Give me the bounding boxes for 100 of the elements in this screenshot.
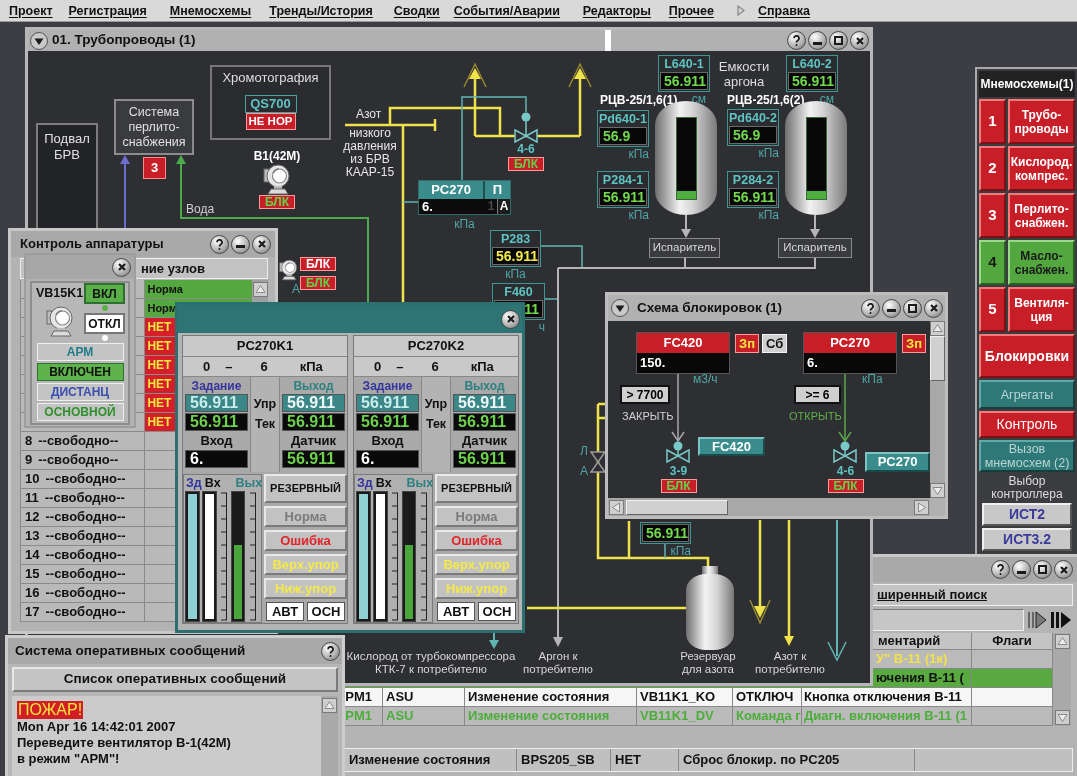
minimize-button[interactable] — [231, 234, 250, 254]
valve-label: А — [580, 465, 588, 478]
search-link[interactable]: ширенный поиск — [877, 585, 987, 605]
switch-button[interactable]: ОТКЛ — [84, 313, 125, 334]
flow-arrow — [489, 632, 499, 649]
loop-button[interactable]: Зп — [735, 334, 759, 353]
loop-block[interactable]: FC420 150. — [636, 332, 730, 374]
help-button[interactable] — [210, 234, 229, 254]
scheme-button[interactable]: Кислород. компрес. — [1008, 146, 1075, 191]
scheme-button[interactable]: Масло- снабжен. — [1008, 240, 1075, 285]
value-display: 6. — [804, 353, 896, 373]
skip-to-end-icon[interactable] — [1050, 610, 1072, 630]
menu-item[interactable]: Регистрация — [68, 2, 147, 19]
scheme-button[interactable]: Вентиля- ция — [1008, 287, 1075, 332]
tanks-title: Емкости аргона — [717, 59, 771, 89]
scheme-number[interactable]: 5 — [979, 287, 1006, 332]
help-button[interactable] — [321, 641, 340, 661]
valve-label: Л — [580, 445, 588, 458]
controller-button[interactable]: ИСТ2 — [982, 503, 1072, 526]
row-number: 8 — [25, 432, 33, 451]
unit-label: кПа — [505, 268, 526, 281]
minimize-button[interactable] — [882, 298, 901, 318]
window-menu-icon[interactable] — [30, 31, 48, 50]
scroll-thumb[interactable] — [626, 499, 728, 515]
menu-item[interactable]: Редакторы — [582, 2, 651, 19]
menu-item[interactable]: Мнемосхемы — [169, 2, 252, 19]
status-indicator: Верх.упор — [264, 554, 347, 575]
skip-forward-icon[interactable] — [1027, 610, 1047, 630]
maximize-button[interactable] — [1033, 560, 1052, 579]
close-button[interactable] — [501, 309, 520, 329]
minimize-button[interactable] — [808, 31, 827, 50]
close-button[interactable] — [252, 234, 271, 254]
window-menu-icon[interactable] — [611, 299, 629, 317]
list-header[interactable]: Список оперативных сообщений — [12, 667, 338, 692]
close-button[interactable] — [924, 298, 943, 318]
minimize-icon — [887, 309, 896, 312]
minimize-icon — [236, 245, 245, 248]
menu-item[interactable]: Проект — [9, 2, 53, 19]
maximize-button[interactable] — [829, 31, 848, 50]
close-button[interactable] — [850, 31, 869, 50]
scheme-button[interactable]: Перлито- снабжен. — [1008, 193, 1075, 238]
mode-indicator: ДИСТАНЦ — [36, 383, 124, 401]
value-display: 56.9 — [599, 127, 647, 145]
help-button[interactable] — [861, 298, 880, 318]
vertical-scrollbar[interactable] — [321, 696, 338, 776]
controller-caption: Выбор контроллера — [990, 474, 1064, 501]
auto-button[interactable]: А — [497, 199, 510, 214]
switch-button[interactable]: ВКЛ — [84, 283, 125, 304]
scheme-number[interactable]: 3 — [979, 193, 1006, 238]
fan-icon — [45, 306, 74, 337]
mode-button[interactable]: ОСН — [478, 602, 516, 621]
close-button[interactable] — [1054, 560, 1073, 579]
loop-button[interactable]: Зп — [902, 334, 926, 353]
menu-item[interactable]: Сводки — [393, 2, 440, 19]
vertical-scrollbar[interactable] — [1053, 633, 1071, 726]
maximize-button[interactable] — [903, 298, 922, 318]
menu-item[interactable]: Тренды/История — [269, 2, 373, 19]
mode-indicator: РЕЗЕРВНЫЙ — [435, 474, 518, 503]
menu-item[interactable]: Справка — [757, 2, 811, 19]
scroll-thumb[interactable] — [930, 336, 945, 381]
action-label: ОТКРЫТЬ — [789, 410, 842, 423]
panel-button[interactable]: Контроль — [979, 411, 1075, 438]
status-field: Сброс блокир. по PC205 — [679, 749, 915, 771]
loop-button[interactable]: Сб — [762, 334, 788, 353]
scheme-number[interactable]: 4 — [979, 240, 1006, 285]
valve-icon — [666, 441, 690, 464]
scheme-number[interactable]: 1 — [979, 99, 1006, 144]
help-button[interactable] — [991, 560, 1010, 579]
help-icon — [997, 564, 1004, 575]
outlet-label: Кислород от турбокомпрессора КТК-7 к потребителю — [346, 650, 516, 676]
valve-icon — [514, 112, 538, 144]
minimize-button[interactable] — [1012, 560, 1031, 579]
mode-button[interactable]: АВТ — [437, 602, 475, 621]
help-button[interactable] — [787, 31, 806, 50]
menu-item[interactable]: Прочее — [668, 2, 714, 19]
close-button[interactable] — [112, 257, 131, 277]
controller-button[interactable]: ИСТ3.2 — [982, 528, 1072, 551]
unit-label: кПа — [628, 209, 649, 222]
vertical-scrollbar[interactable] — [930, 321, 945, 498]
scheme-number[interactable]: 2 — [979, 146, 1006, 191]
scheme-button[interactable]: Трубо- проводы — [1008, 99, 1075, 144]
loop-block[interactable]: PC270 6. — [803, 332, 897, 374]
controller-block[interactable]: PC270 П 6. 1 А — [418, 180, 511, 215]
output-value: 56.911 — [282, 394, 345, 412]
link-button[interactable]: FC420 — [698, 437, 765, 456]
minimize-icon — [813, 41, 822, 45]
horizontal-scrollbar[interactable] — [608, 498, 930, 516]
panel-button[interactable]: Блокировки — [979, 334, 1075, 378]
mode-button[interactable]: П — [485, 181, 510, 199]
signal-line — [402, 201, 419, 203]
maximize-icon — [834, 36, 843, 45]
menu-item[interactable]: События/Аварии — [453, 2, 560, 19]
mode-button[interactable]: ОСН — [307, 602, 345, 621]
link-button[interactable]: PC270 — [865, 452, 930, 472]
signal-arrow — [671, 371, 685, 443]
minimize-icon — [1017, 570, 1026, 574]
mode-button[interactable]: АВТ — [266, 602, 304, 621]
window-title: Система оперативных сообщений — [15, 641, 246, 660]
output-value: 56.911 — [453, 394, 516, 412]
output-label: Выход — [463, 377, 506, 394]
